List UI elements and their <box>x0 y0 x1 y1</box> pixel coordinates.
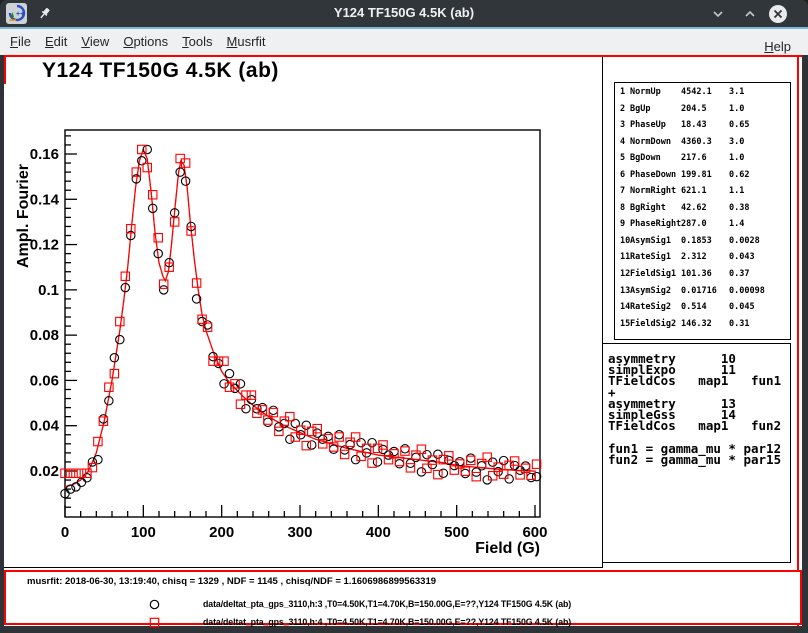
pad-highlight-top <box>4 55 802 57</box>
title-bar[interactable]: ++ Y124 TF150G 4.5K (ab) <box>0 0 808 27</box>
menu-item-edit[interactable]: Edit <box>38 34 74 49</box>
theory-box[interactable]: asymmetry 10 simplExpo 11 TFieldCos map1… <box>602 343 791 563</box>
menu-bar: FileEditViewOptionsToolsMusrfit Help <box>0 29 808 55</box>
menu-item-musrfit[interactable]: Musrfit <box>220 34 273 49</box>
fit-parameter-box[interactable]: 1NormUp4542.13.12BgUp204.51.03PhaseUp18.… <box>614 82 791 340</box>
menu-items: FileEditViewOptionsToolsMusrfit <box>0 34 273 49</box>
param-row-NormRight: 7NormRight621.11.1 <box>615 182 790 199</box>
circle-marker-icon <box>149 599 160 610</box>
menu-item-file[interactable]: File <box>3 34 38 49</box>
menu-item-view[interactable]: View <box>74 34 116 49</box>
param-row-RateSig1: 11RateSig12.3120.043 <box>615 248 790 265</box>
x-axis-title: Field (G) <box>440 540 540 558</box>
param-row-AsymSig2: 13AsymSig20.017160.00098 <box>615 282 790 299</box>
menu-item-options[interactable]: Options <box>116 34 175 49</box>
pad-highlight-right <box>797 57 799 626</box>
menu-item-help[interactable]: Help <box>757 39 798 54</box>
plot-title: Y124 TF150G 4.5K (ab) <box>42 59 279 83</box>
param-row-FieldSig1: 12FieldSig1101.360.37 <box>615 265 790 282</box>
y-axis-title: Ampl. Fourier <box>15 156 33 276</box>
legend-entry-2: data/deltat_pta_gps_3110,h:4 ,T0=4.50K,T… <box>6 616 800 630</box>
chevron-up-icon[interactable] <box>741 5 759 23</box>
square-marker-icon <box>149 617 160 628</box>
param-row-PhaseDown: 6PhaseDown199.810.62 <box>615 166 790 183</box>
window-title: Y124 TF150G 4.5K (ab) <box>0 5 808 20</box>
param-row-RateSig2: 14RateSig20.5140.045 <box>615 298 790 315</box>
menu-item-tools[interactable]: Tools <box>175 34 219 49</box>
pad-highlight-left <box>4 57 6 84</box>
param-row-AsymSig1: 10AsymSig10.18530.0028 <box>615 232 790 249</box>
musrfit-window: ++ Y124 TF150G 4.5K (ab) FileEditView <box>0 0 808 633</box>
legend-pad[interactable]: musrfit: 2018-06-30, 13:19:40, chisq = 1… <box>4 570 802 625</box>
main-pad[interactable] <box>4 57 603 568</box>
param-row-BgRight: 8BgRight42.620.38 <box>615 199 790 216</box>
param-row-NormDown: 4NormDown4360.33.0 <box>615 133 790 150</box>
param-row-FieldSig2: 15FieldSig2146.320.31 <box>615 315 790 332</box>
param-row-BgDown: 5BgDown217.61.0 <box>615 149 790 166</box>
param-row-PhaseUp: 3PhaseUp18.430.65 <box>615 116 790 133</box>
chevron-down-icon[interactable] <box>709 5 727 23</box>
theory-text: asymmetry 10 simplExpo 11 TFieldCos map1… <box>608 353 790 465</box>
param-row-NormUp: 1NormUp4542.13.1 <box>615 83 790 100</box>
fit-info-line: musrfit: 2018-06-30, 13:19:40, chisq = 1… <box>27 576 436 587</box>
param-row-PhaseRight: 9PhaseRight287.01.4 <box>615 215 790 232</box>
legend-entry-1: data/deltat_pta_gps_3110,h:3 ,T0=4.50K,T… <box>6 598 800 612</box>
close-icon[interactable] <box>768 4 788 24</box>
param-row-BgUp: 2BgUp204.51.0 <box>615 100 790 117</box>
